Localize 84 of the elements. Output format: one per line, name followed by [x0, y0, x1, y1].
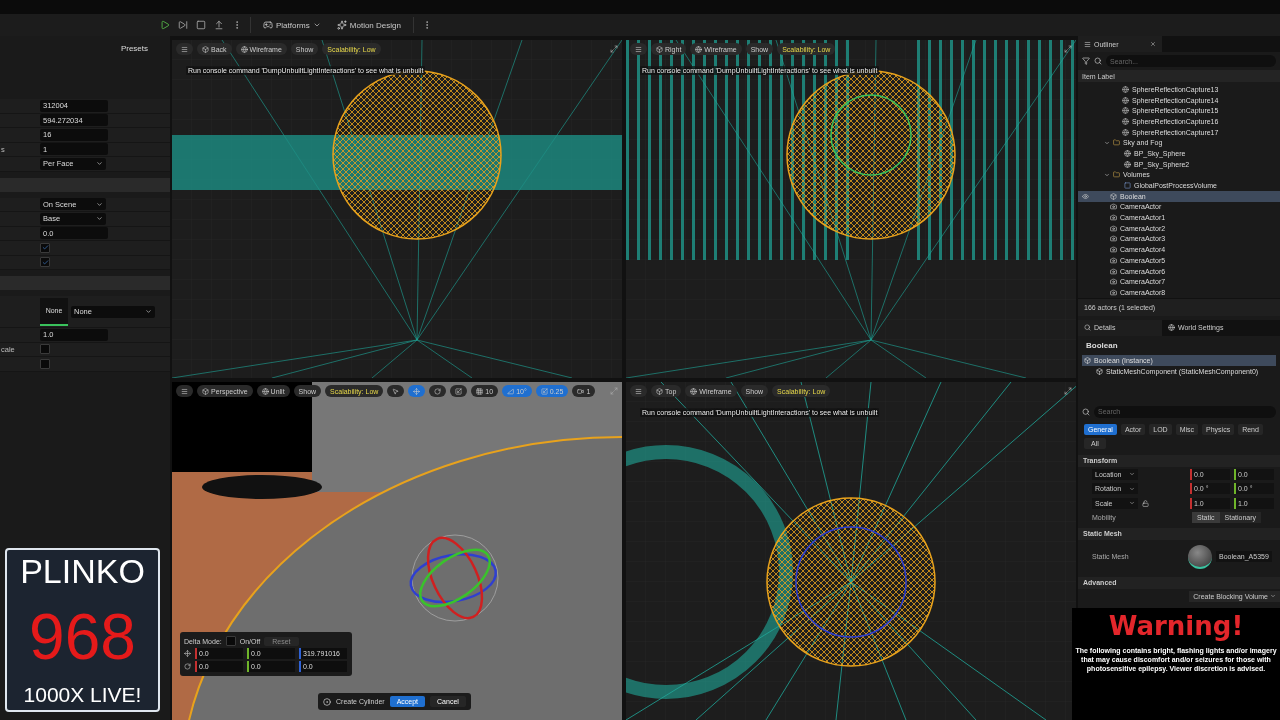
volume-icon: [1124, 182, 1131, 190]
sphere-icon: [240, 45, 248, 53]
presets-label: Presets: [120, 44, 148, 53]
caret-icon: [1129, 500, 1135, 506]
camera-icon: [577, 387, 585, 395]
cube-icon: [656, 387, 663, 395]
visibility-icon[interactable]: [1082, 192, 1089, 200]
maximize-icon[interactable]: [1064, 387, 1072, 395]
checkbox[interactable]: [40, 358, 50, 369]
camera-icon: [1110, 224, 1117, 232]
search-icon: [1094, 57, 1102, 65]
camera-icon: [1110, 246, 1117, 254]
sphere-icon: [1122, 96, 1129, 104]
sphere-icon: [695, 45, 703, 53]
skip-forward-icon[interactable]: [178, 20, 188, 30]
caret-icon: [1129, 471, 1135, 477]
cube-icon: [202, 45, 209, 53]
plinko-number: 968: [29, 605, 136, 669]
close-icon[interactable]: [1150, 41, 1156, 47]
scale-icon: [540, 387, 548, 395]
sphere-icon: [1122, 85, 1129, 93]
caret-icon: [312, 21, 321, 29]
unlock-icon[interactable]: [1142, 499, 1149, 507]
cube-icon: [202, 387, 209, 395]
play-icon[interactable]: [160, 20, 170, 30]
sphere-icon: [1124, 160, 1131, 168]
stop-icon[interactable]: [196, 20, 206, 30]
magnifier-icon: [1084, 324, 1091, 332]
plinko-tagline: 1000X LIVE!: [23, 683, 142, 707]
details-title: Boolean: [1085, 339, 1119, 352]
maximize-icon[interactable]: [610, 45, 618, 53]
rotation-gizmo-icon: [409, 534, 499, 622]
camera-icon: [1110, 235, 1117, 243]
cube-icon: [656, 45, 663, 53]
camera-icon: [1110, 203, 1117, 211]
sphere-icon: [1122, 117, 1129, 125]
cube-icon: [1110, 192, 1117, 200]
checkbox[interactable]: [40, 257, 50, 268]
list-icon: [1084, 40, 1091, 48]
search-icon: [1082, 407, 1090, 416]
sphere-icon: [1122, 128, 1129, 136]
cube-icon: [1096, 367, 1103, 375]
sphere-icon: [1122, 107, 1129, 115]
sphere-icon: [1124, 149, 1131, 157]
toolbar-button[interactable]: Platforms: [259, 18, 325, 32]
caret-icon: [1270, 593, 1276, 599]
move-icon: [184, 650, 191, 657]
shape-icon: [323, 697, 331, 706]
folder-icon: [1113, 171, 1120, 179]
gamepad-icon: [263, 20, 273, 30]
menu-icon: [181, 45, 188, 53]
scale-icon: [455, 387, 463, 395]
camera-icon: [1110, 214, 1117, 222]
maximize-icon[interactable]: [1064, 45, 1072, 53]
warning-title: Warning!: [1108, 611, 1244, 641]
filter-icon[interactable]: [1082, 57, 1090, 65]
sparkle-icon: [336, 20, 347, 30]
globe-icon: [1168, 324, 1175, 332]
grid-icon: [476, 387, 484, 395]
rotate-icon: [434, 387, 442, 395]
checkbox[interactable]: [40, 242, 50, 253]
plinko-title: PLINKO: [20, 552, 145, 591]
move-icon: [413, 387, 421, 395]
menu-icon: [635, 387, 642, 395]
mesh-thumbnail[interactable]: [1188, 544, 1212, 569]
caret-icon: [1129, 485, 1135, 492]
toolbar-button[interactable]: Motion Design: [332, 18, 405, 32]
pointer-icon: [392, 387, 400, 395]
eject-icon[interactable]: [214, 20, 224, 30]
camera-icon: [1110, 256, 1117, 264]
menu-icon: [635, 45, 642, 53]
cube-icon: [1084, 356, 1091, 364]
sphere-icon: [690, 387, 698, 395]
sphere-icon: [261, 387, 269, 395]
rotate-icon: [184, 663, 191, 670]
camera-icon: [1110, 267, 1117, 275]
caret-icon: [96, 160, 103, 168]
caret-icon: [145, 308, 152, 315]
angle-icon: [507, 387, 515, 395]
checkbox[interactable]: [40, 344, 50, 355]
camera-icon: [1110, 288, 1117, 296]
menu-icon: [181, 387, 188, 395]
folder-icon: [1113, 139, 1120, 147]
camera-icon: [1110, 278, 1117, 286]
